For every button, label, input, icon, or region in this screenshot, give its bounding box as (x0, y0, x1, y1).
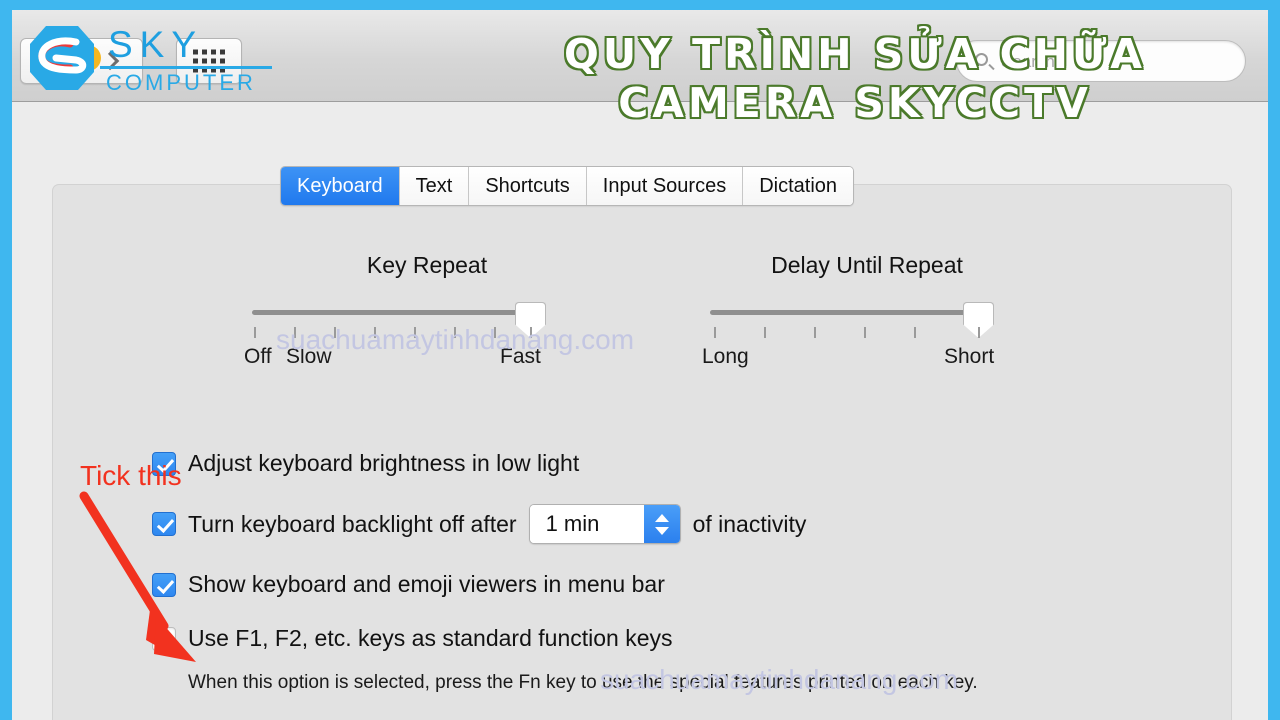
watermark-bottom: suachuamaytinhdanang.com (600, 664, 959, 695)
sky-logo-mark-icon (30, 26, 101, 90)
annotation-arrow-icon (79, 491, 196, 662)
preferences-content: Keyboard Text Shortcuts Input Sources Di… (12, 102, 1268, 720)
option-row-adjust-brightness[interactable]: Adjust keyboard brightness in low light (152, 450, 1152, 477)
logo-text-computer: COMPUTER (106, 70, 256, 95)
option-label-backlight-timeout-after: of inactivity (692, 510, 807, 537)
tab-shortcuts[interactable]: Shortcuts (469, 167, 587, 205)
option-label-show-viewers: Show keyboard and emoji viewers in menu … (188, 571, 665, 597)
option-row-function-keys[interactable]: Use F1, F2, etc. keys as standard functi… (152, 625, 1152, 652)
option-label-adjust-brightness: Adjust keyboard brightness in low light (188, 450, 580, 476)
tab-dictation[interactable]: Dictation (743, 167, 854, 205)
option-label-backlight-timeout-before: Turn keyboard backlight off after (188, 510, 517, 537)
overlay-title-line-2: CAMERA SKYCCTV (617, 79, 1092, 127)
overlay-title: QUY TRÌNH SỬA CHỮA CAMERA SKYCCTV (442, 30, 1268, 127)
delay-label-short: Short (944, 345, 995, 368)
blue-border-frame: Search SKY COMPUTER QUY TRÌNH SỬA CHỮA C… (0, 0, 1280, 720)
tab-bar: Keyboard Text Shortcuts Input Sources Di… (280, 166, 855, 206)
key-repeat-track (252, 310, 532, 315)
logo-divider (100, 66, 272, 69)
key-repeat-title: Key Repeat (366, 252, 488, 278)
option-label-function-keys: Use F1, F2, etc. keys as standard functi… (188, 625, 673, 651)
delay-label-long: Long (702, 345, 749, 368)
sky-computer-logo: SKY COMPUTER (26, 18, 276, 100)
timeout-value[interactable]: 1 min (529, 505, 644, 543)
option-row-backlight-timeout[interactable]: Turn keyboard backlight off after 1 min … (152, 504, 1152, 544)
options-list: Adjust keyboard brightness in low light … (152, 450, 1152, 679)
timeout-stepper[interactable]: 1 min (528, 504, 681, 544)
stepper-up-icon[interactable] (654, 513, 669, 522)
option-row-show-viewers[interactable]: Show keyboard and emoji viewers in menu … (152, 571, 1152, 598)
delay-until-repeat-title: Delay Until Repeat (771, 252, 963, 278)
stepper-arrows[interactable] (643, 505, 680, 543)
delay-until-repeat-slider-group: Delay Until Repeat Long Short (702, 252, 1032, 371)
tab-input-sources[interactable]: Input Sources (586, 167, 744, 205)
logo-text-sky: SKY (108, 24, 204, 65)
key-repeat-slider[interactable] (242, 302, 612, 338)
stepper-down-icon[interactable] (654, 526, 669, 535)
delay-until-repeat-track (710, 310, 978, 315)
delay-until-repeat-labels: Long Short (702, 345, 1032, 371)
delay-until-repeat-slider[interactable] (702, 302, 1032, 338)
key-repeat-label-off: Off (244, 345, 272, 368)
overlay-title-line-1: QUY TRÌNH SỬA CHỮA (563, 30, 1146, 78)
tab-text[interactable]: Text (399, 167, 470, 205)
watermark-top: suachuamaytinhdanang.com (276, 324, 635, 355)
delay-until-repeat-ticks (702, 327, 1032, 341)
tab-keyboard[interactable]: Keyboard (281, 167, 400, 205)
app-window: Search SKY COMPUTER QUY TRÌNH SỬA CHỮA C… (12, 10, 1268, 720)
